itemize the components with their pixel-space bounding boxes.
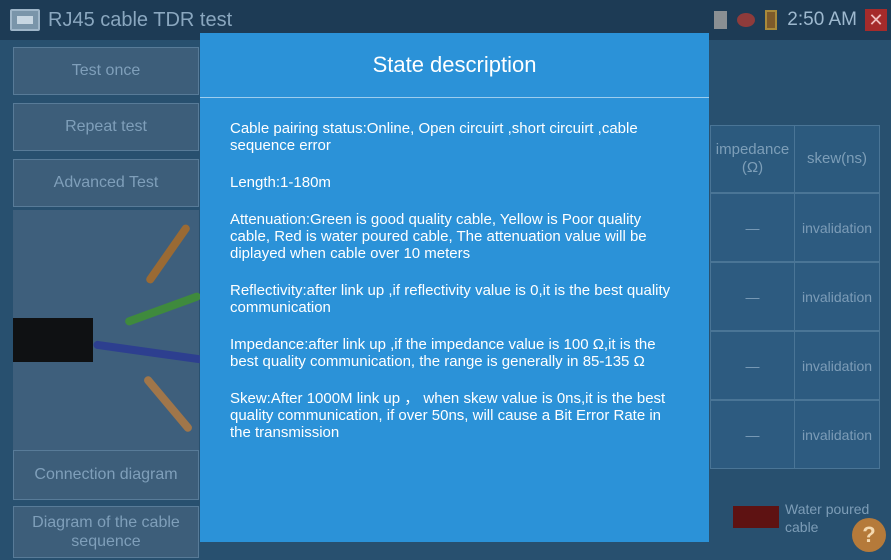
network-icon [737, 13, 756, 27]
connection-diagram-button[interactable]: Connection diagram [13, 450, 199, 500]
cable-sequence-diagram-button[interactable]: Diagram of the cable sequence [13, 506, 199, 558]
description-impedance: Impedance:after link up ,if the impedanc… [230, 336, 656, 370]
impedance-cell: — [710, 331, 795, 400]
window-title: RJ45 cable TDR test [48, 8, 233, 31]
skew-cell: invalidation [794, 193, 880, 262]
cable-illustration [13, 210, 204, 450]
description-skew: Skew:After 1000M link up ， when skew val… [230, 390, 666, 441]
battery-icon [765, 10, 778, 30]
results-table: impedance (Ω) skew(ns) — invalidation — … [710, 125, 880, 475]
description-reflectivity: Reflectivity:after link up ,if reflectiv… [230, 282, 671, 316]
wire-brown [144, 223, 192, 285]
impedance-cell: — [710, 400, 795, 469]
dialog-title: State description [200, 33, 709, 98]
skew-cell: invalidation [794, 400, 880, 469]
clock: 2:50 AM [787, 9, 857, 30]
advanced-test-button[interactable]: Advanced Test [13, 159, 199, 207]
description-cable-pairing: Cable pairing status:Online, Open circui… [230, 120, 638, 154]
status-area: 2:50 AM ✕ [714, 0, 891, 40]
state-description-dialog: State description Cable pairing status:O… [200, 33, 709, 542]
close-icon[interactable]: ✕ [865, 9, 887, 31]
legend-swatch-water-poured [733, 506, 779, 528]
impedance-cell: — [710, 193, 795, 262]
sd-card-icon [714, 11, 728, 29]
wire-green [124, 291, 202, 327]
skew-cell: invalidation [794, 262, 880, 331]
app-icon [10, 9, 40, 31]
test-once-button[interactable]: Test once [13, 47, 199, 95]
impedance-cell: — [710, 262, 795, 331]
help-icon[interactable]: ? [852, 518, 886, 552]
impedance-header: impedance (Ω) [710, 125, 795, 193]
wire-blue [92, 340, 204, 364]
dialog-body: Cable pairing status:Online, Open circui… [200, 98, 709, 441]
skew-cell: invalidation [794, 331, 880, 400]
description-attenuation: Attenuation:Green is good quality cable,… [230, 211, 647, 262]
cable-jacket [13, 318, 93, 362]
description-length: Length:1-180m [230, 174, 331, 191]
skew-header: skew(ns) [794, 125, 880, 193]
wire-orange [142, 374, 194, 434]
repeat-test-button[interactable]: Repeat test [13, 103, 199, 151]
